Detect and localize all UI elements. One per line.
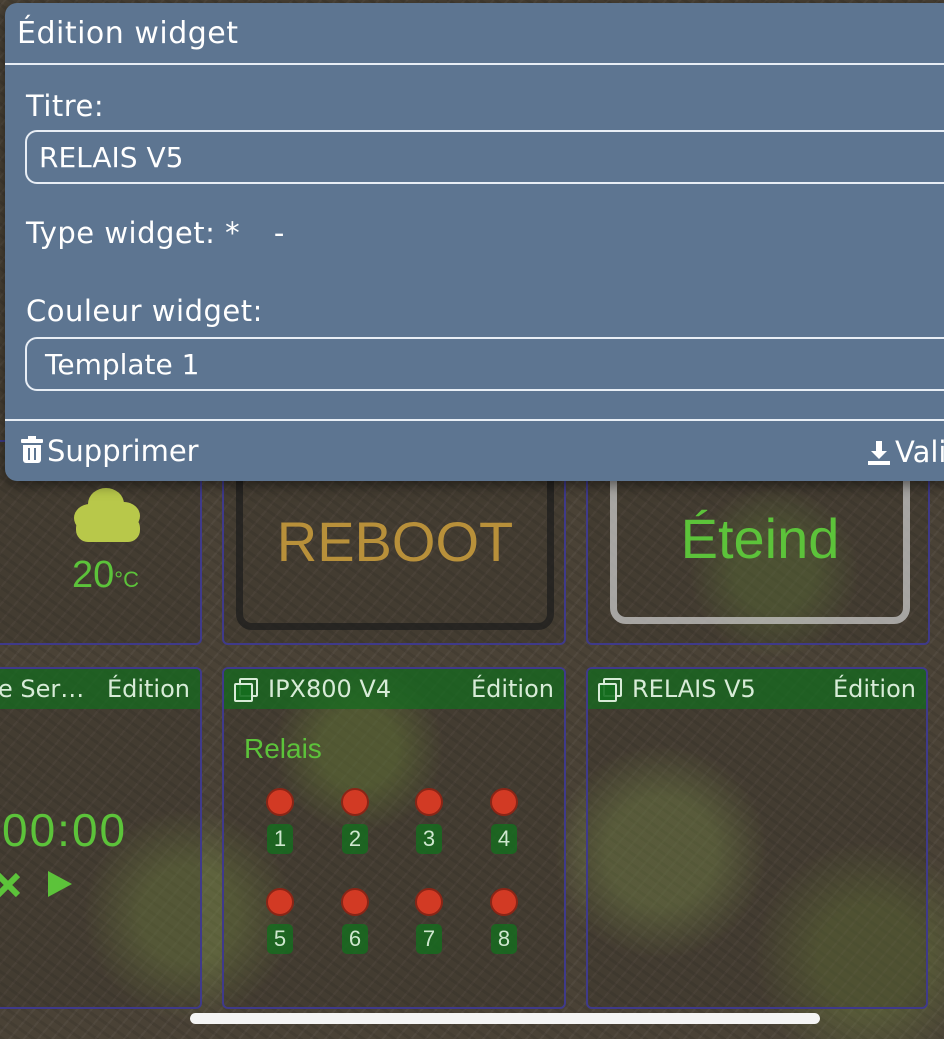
ipx800-tile-header: IPX800 V4 Édition <box>224 669 564 709</box>
close-icon[interactable] <box>0 869 21 898</box>
relay-7-indicator[interactable] <box>415 888 443 916</box>
modal-title: Édition widget <box>5 3 944 65</box>
relay-3-label: 3 <box>416 824 442 854</box>
copy-icon <box>598 678 622 702</box>
relais-v5-tile-title: RELAIS V5 <box>632 675 756 703</box>
relay-5-label: 5 <box>267 924 293 954</box>
temperature-readout: 20°C <box>72 554 139 597</box>
relay-6-label: 6 <box>342 924 368 954</box>
timer-tile: e Servi... Édition 00:00 <box>0 667 202 1009</box>
ipx800-edit-button[interactable]: Édition <box>471 675 554 703</box>
relais-v5-tile-header: RELAIS V5 Édition <box>588 669 926 709</box>
relais-v5-edit-button[interactable]: Édition <box>833 675 916 703</box>
reboot-label: REBOOT <box>276 509 514 573</box>
play-icon[interactable] <box>46 869 74 899</box>
timer-tile-header: e Servi... Édition <box>0 669 200 709</box>
copy-icon <box>234 678 258 702</box>
relais-section-label: Relais <box>244 733 322 764</box>
relay-1-label: 1 <box>267 824 293 854</box>
delete-button[interactable]: Supprimer <box>5 434 199 468</box>
relay-2-indicator[interactable] <box>341 788 369 816</box>
delete-label: Supprimer <box>47 434 199 468</box>
couleur-widget-select[interactable]: Template 1 <box>25 337 944 391</box>
edit-widget-modal: Édition widget Titre: Type widget: * - C… <box>5 3 944 481</box>
temperature-unit: °C <box>114 567 139 592</box>
download-icon <box>867 439 891 465</box>
timer-display: 00:00 <box>2 804 128 856</box>
couleur-widget-value: Template 1 <box>45 347 200 381</box>
type-widget-label-text: Type widget: * <box>26 216 241 250</box>
ipx800-tile: IPX800 V4 Édition Relais 1 2 3 4 5 6 7 8 <box>222 667 566 1009</box>
titre-input[interactable] <box>25 130 944 184</box>
timer-edit-button[interactable]: Édition <box>107 675 190 703</box>
couleur-widget-label: Couleur widget: <box>26 294 263 328</box>
relay-8-indicator[interactable] <box>490 888 518 916</box>
trash-icon <box>21 436 43 463</box>
relay-5-indicator[interactable] <box>266 888 294 916</box>
relais-v5-tile: RELAIS V5 Édition <box>586 667 928 1009</box>
relay-7-label: 7 <box>416 924 442 954</box>
timer-tile-title: e Servi... <box>0 675 97 703</box>
relay-3-indicator[interactable] <box>415 788 443 816</box>
relay-4-indicator[interactable] <box>490 788 518 816</box>
validate-button[interactable]: Vali <box>867 435 944 469</box>
ipx800-tile-title: IPX800 V4 <box>268 675 392 703</box>
cloud-icon <box>70 482 144 544</box>
relay-4-label: 4 <box>491 824 517 854</box>
type-widget-value[interactable]: - <box>274 216 285 250</box>
modal-footer: Supprimer Vali <box>5 419 944 481</box>
home-indicator[interactable] <box>190 1013 820 1024</box>
relay-6-indicator[interactable] <box>341 888 369 916</box>
relay-1-indicator[interactable] <box>266 788 294 816</box>
titre-label: Titre: <box>26 89 105 123</box>
relay-8-label: 8 <box>491 924 517 954</box>
eteind-label: Éteind <box>680 506 840 570</box>
temperature-value: 20 <box>72 554 115 596</box>
type-widget-label: Type widget: * - <box>26 216 285 250</box>
relay-2-label: 2 <box>342 824 368 854</box>
validate-label: Vali <box>895 435 944 469</box>
